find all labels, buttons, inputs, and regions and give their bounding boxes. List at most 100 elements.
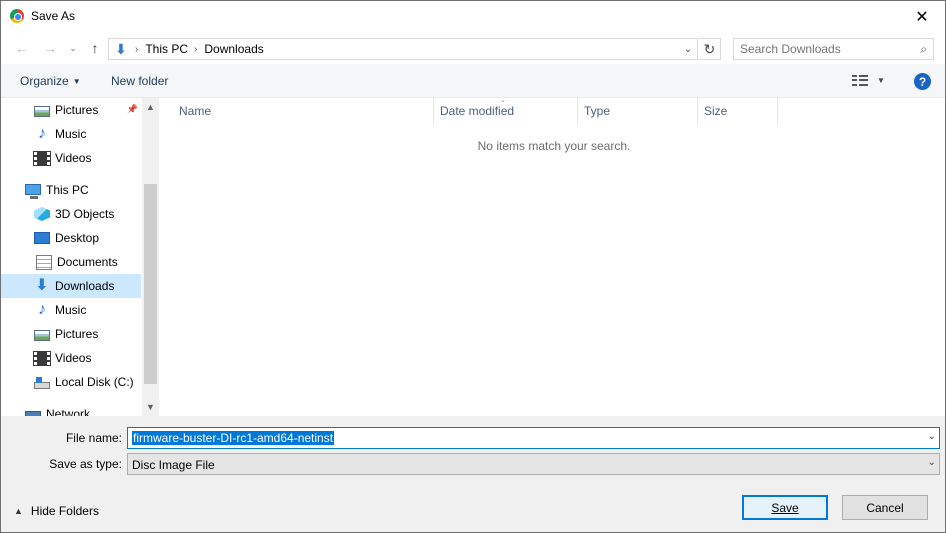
chevron-right-icon[interactable]: › [135, 44, 138, 55]
caret-down-icon: ▼ [72, 77, 81, 86]
search-input[interactable] [734, 39, 904, 59]
3d-objects-icon [34, 207, 50, 221]
pictures-icon [34, 105, 50, 117]
desktop-icon [34, 232, 50, 244]
column-header-date-modified[interactable]: ⌄ Date modified [434, 97, 578, 124]
sidebar-item-label: Desktop [55, 231, 100, 245]
sidebar-item-label: Documents [57, 255, 118, 269]
chrome-app-icon [10, 9, 24, 23]
videos-icon [33, 350, 51, 366]
save-as-dialog: Save As ✕ ← → ⌄ ↑ ⬇ › This PC › Download… [0, 0, 946, 533]
sidebar-item-videos[interactable]: Videos [1, 346, 141, 370]
arrow-left-icon: ← [15, 40, 29, 56]
sidebar-item-documents[interactable]: Documents [1, 250, 141, 274]
sidebar-item-label: Music [55, 303, 87, 317]
organize-label: Organize [20, 74, 69, 88]
empty-state-message: No items match your search. [477, 139, 631, 153]
help-icon[interactable]: ? [914, 73, 931, 90]
pin-icon: 📌 [126, 104, 138, 114]
videos-icon [33, 150, 51, 166]
save-as-type-select[interactable]: Disc Image File ⌄ [127, 453, 940, 475]
sidebar-scrollbar[interactable]: ▲ ▼ [142, 98, 159, 416]
sidebar-item-local-disk[interactable]: Local Disk (C:) [1, 370, 141, 394]
save-button[interactable]: Save [742, 495, 828, 520]
up-button[interactable]: ↑ [86, 39, 104, 57]
music-icon: ♪ [38, 125, 46, 142]
search-icon: ⌕ [920, 42, 927, 56]
new-folder-button[interactable]: New folder [111, 74, 168, 88]
sidebar-item-label: Pictures [55, 327, 99, 341]
sidebar-item-label: Videos [55, 351, 92, 365]
file-name-value[interactable]: firmware-buster-DI-rc1-amd64-netinst [132, 431, 335, 445]
file-name-label: File name: [65, 431, 122, 445]
column-header-label: Date modified [440, 104, 515, 118]
chevron-down-icon[interactable]: ⌄ [928, 457, 936, 468]
cancel-button[interactable]: Cancel [842, 495, 928, 520]
hide-folders-button[interactable]: ▲ Hide Folders [14, 504, 99, 518]
local-disk-icon [34, 376, 50, 389]
arrow-up-icon: ↑ [91, 40, 99, 56]
sidebar-item-label: This PC [46, 183, 89, 197]
navigation-pane: Pictures 📌 ♪ Music Videos This PC 3D Obj… [1, 98, 159, 416]
back-button[interactable]: ← [13, 39, 31, 57]
sidebar-item-label: 3D Objects [55, 207, 115, 221]
command-bar: Organize ▼ New folder ▼ ? [1, 64, 945, 98]
sidebar-item-desktop[interactable]: Desktop [1, 226, 141, 250]
breadcrumb-this-pc[interactable]: This PC [145, 42, 188, 56]
close-button[interactable]: ✕ [899, 1, 945, 32]
recent-locations-button[interactable]: ⌄ [64, 39, 82, 57]
downloads-arrow-icon: ⬇ [115, 40, 127, 57]
sidebar-item-label: Pictures [55, 103, 99, 117]
organize-menu-button[interactable]: Organize ▼ [20, 74, 81, 88]
sidebar-item-this-pc[interactable]: This PC [1, 178, 141, 202]
chevron-down-icon: ⌄ [69, 42, 77, 53]
sidebar-item-label: Network [46, 407, 91, 416]
file-list: Name ⌄ Date modified Type Size No items … [159, 97, 945, 416]
sort-caret-icon: ⌄ [500, 97, 506, 104]
sidebar-item-downloads[interactable]: ⬇ Downloads [1, 274, 141, 298]
address-bar[interactable]: ⬇ › This PC › Downloads ⌄ [108, 38, 698, 60]
documents-icon [36, 254, 52, 270]
title-bar: Save As ✕ [1, 1, 945, 32]
scrollbar-thumb[interactable] [144, 184, 157, 384]
search-box[interactable]: ⌕ [733, 38, 934, 60]
sidebar-item-network[interactable]: Network [1, 402, 141, 416]
sidebar-item-label: Local Disk (C:) [55, 375, 134, 389]
view-options-caret-icon[interactable]: ▼ [877, 76, 885, 85]
column-header-name[interactable]: Name [173, 98, 434, 124]
sidebar-item-music-quick[interactable]: ♪ Music [1, 122, 141, 146]
sidebar-item-label: Music [55, 127, 87, 141]
save-options-panel: File name: firmware-buster-DI-rc1-amd64-… [1, 416, 945, 532]
refresh-icon: ↻ [703, 40, 716, 57]
arrow-right-icon: → [43, 40, 57, 56]
sidebar-item-pictures[interactable]: Pictures [1, 322, 141, 346]
sidebar-item-pictures-quick[interactable]: Pictures 📌 [1, 98, 141, 122]
music-icon: ♪ [38, 301, 46, 318]
downloads-icon: ⬇ [35, 277, 49, 294]
forward-button[interactable]: → [41, 39, 59, 57]
save-as-type-label: Save as type: [49, 457, 122, 471]
scroll-down-arrow-icon[interactable]: ▼ [142, 400, 159, 414]
scroll-up-arrow-icon[interactable]: ▲ [142, 100, 159, 114]
chevron-down-icon[interactable]: ⌄ [928, 431, 936, 442]
chevron-right-icon[interactable]: › [194, 44, 197, 55]
sidebar-item-videos-quick[interactable]: Videos [1, 146, 141, 170]
column-header-size[interactable]: Size [698, 98, 778, 124]
breadcrumb-downloads[interactable]: Downloads [204, 42, 263, 56]
address-dropdown-button[interactable]: ⌄ [681, 41, 695, 57]
sidebar-item-label: Videos [55, 151, 92, 165]
file-name-input[interactable]: firmware-buster-DI-rc1-amd64-netinst ⌄ [127, 427, 940, 449]
close-icon: ✕ [915, 8, 929, 26]
chevron-down-icon: ⌄ [683, 43, 693, 55]
view-options-icon[interactable] [852, 75, 868, 87]
navigation-bar: ← → ⌄ ↑ ⬇ › This PC › Downloads ⌄ ↻ ⌕ [1, 32, 945, 64]
save-button-label: Save [771, 500, 799, 515]
sidebar-item-music[interactable]: ♪ Music [1, 298, 141, 322]
hide-folders-label: Hide Folders [30, 504, 99, 518]
refresh-button[interactable]: ↻ [699, 38, 721, 60]
sidebar-item-3d-objects[interactable]: 3D Objects [1, 202, 141, 226]
this-pc-icon [25, 183, 41, 199]
sidebar-item-label: Downloads [55, 279, 115, 293]
pictures-icon [34, 329, 50, 341]
column-header-type[interactable]: Type [578, 98, 698, 124]
